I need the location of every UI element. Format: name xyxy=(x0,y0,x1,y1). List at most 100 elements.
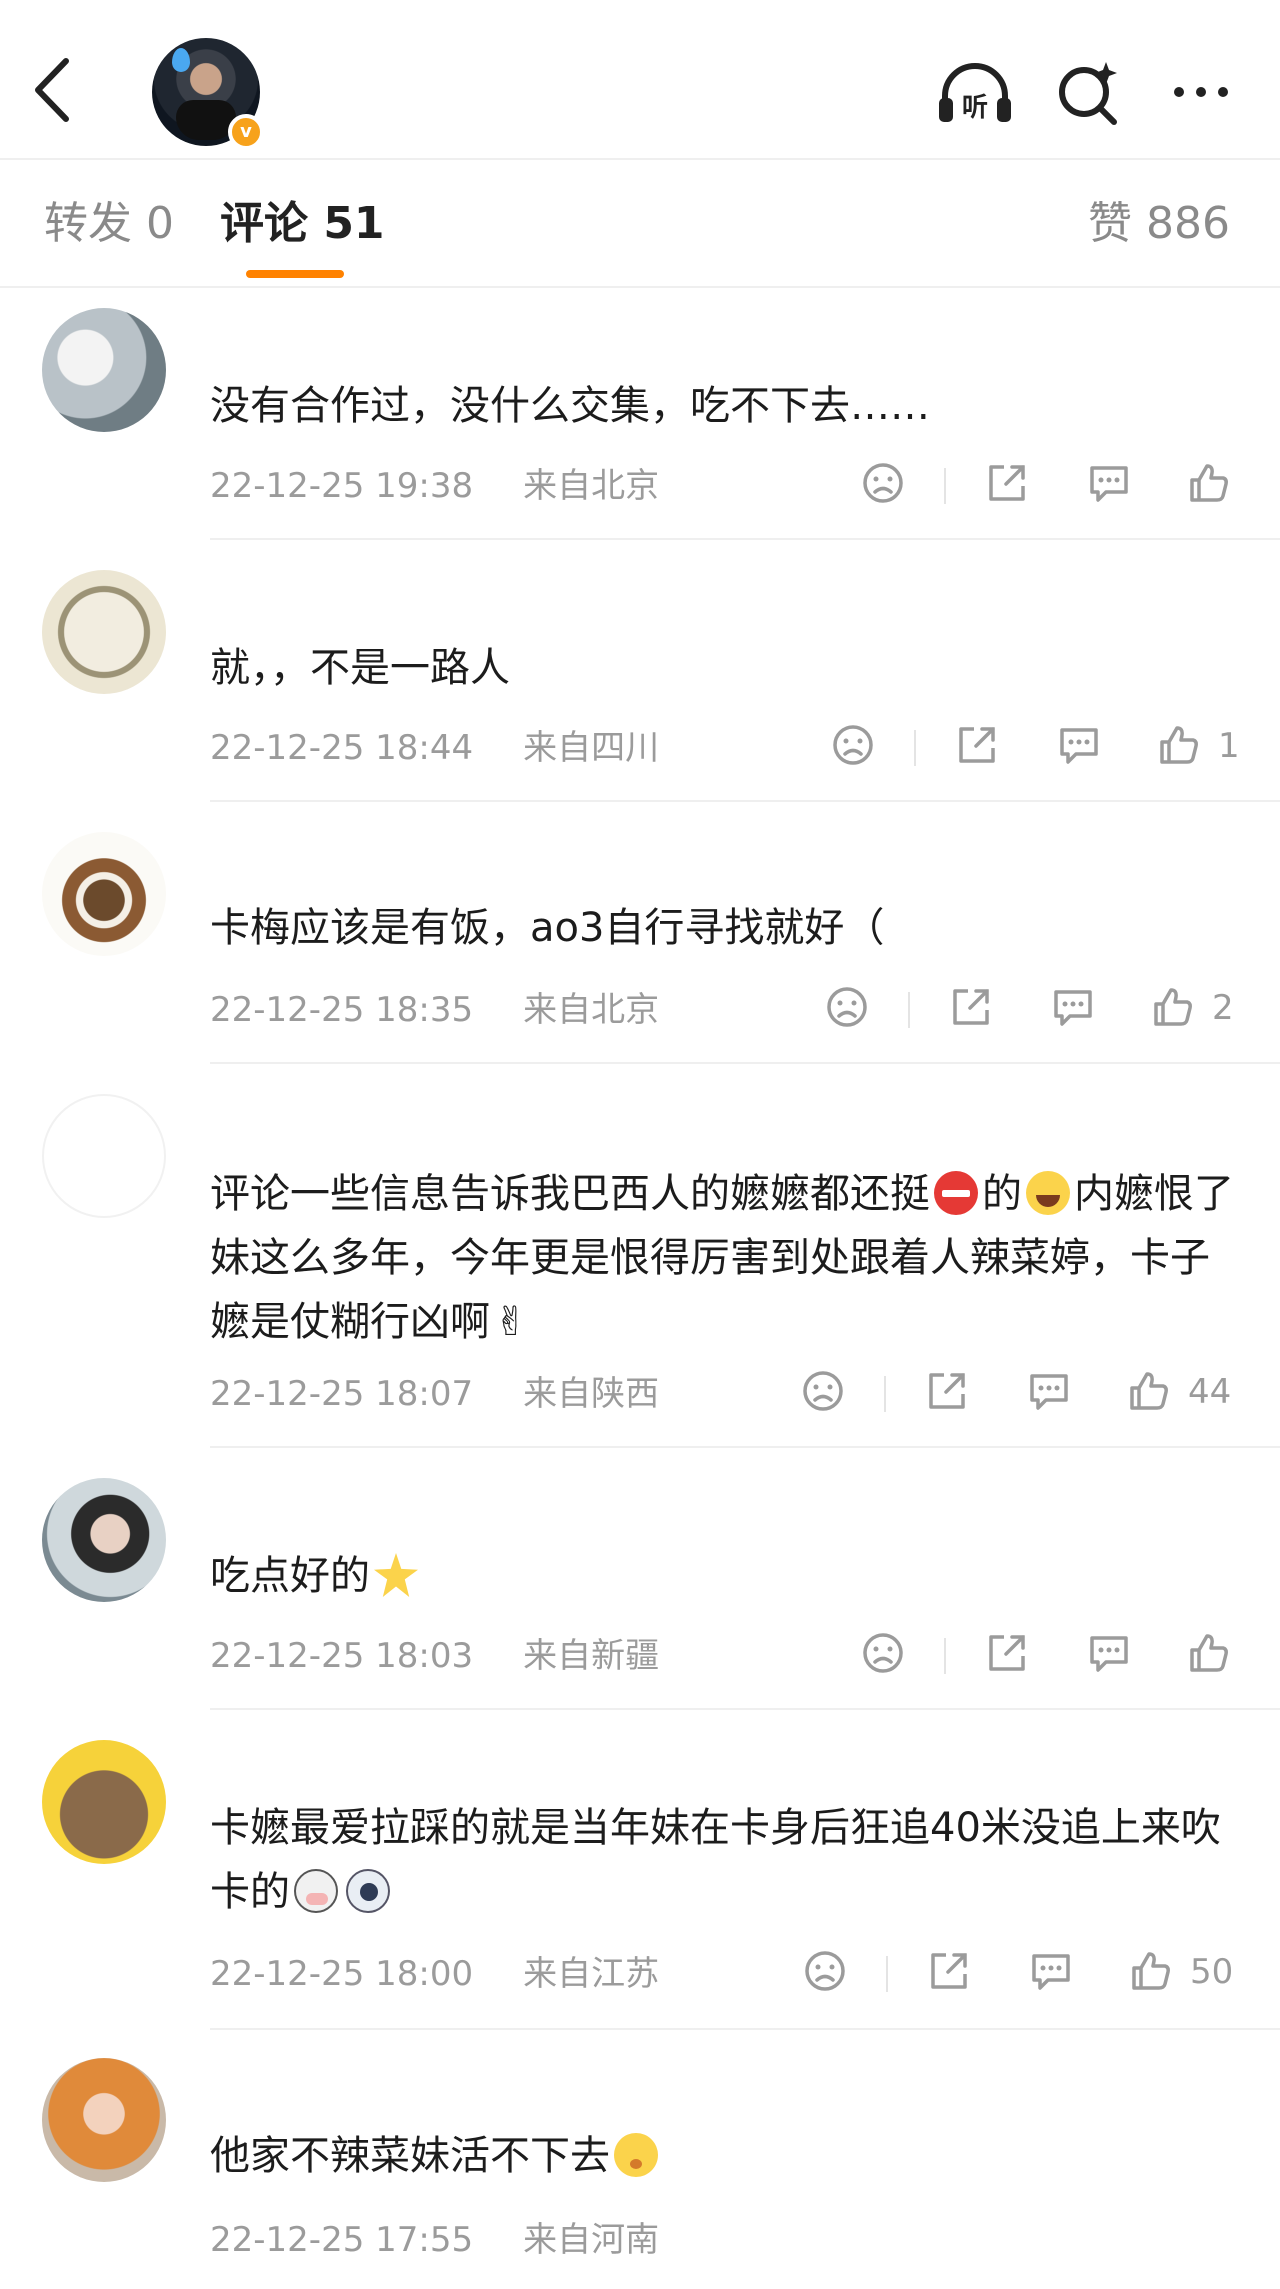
search-sparkle-icon xyxy=(1059,62,1117,125)
dislike-button[interactable] xyxy=(802,1948,848,1998)
commenter-avatar[interactable] xyxy=(42,1094,166,1218)
comment-date: 22-12-25 19:38 xyxy=(210,466,474,506)
comment-location: 来自陕西 xyxy=(523,1374,660,1414)
commenter-avatar[interactable] xyxy=(42,2058,166,2182)
commenter-avatar[interactable] xyxy=(42,1740,166,1864)
commenter-avatar[interactable] xyxy=(42,832,166,956)
action-divider xyxy=(886,1956,888,1992)
share-icon xyxy=(989,1635,1025,1671)
reply-button[interactable] xyxy=(1086,460,1132,510)
comment-text: 卡梅应该是有饭，ao3自行寻找就好（ xyxy=(210,905,885,951)
reply-button[interactable] xyxy=(1050,984,1096,1034)
comment-date: 22-12-25 18:35 xyxy=(210,990,474,1030)
comment-text: 评论一些信息告诉我巴西人的嬷嬷都还挺的内嬷恨了妹这么多年，今年更是恨得厉害到处跟… xyxy=(210,1162,1240,1354)
comment-text: 卡嬷最爱拉踩的就是当年妹在卡身后狂追40米没追上来吹卡的 xyxy=(210,1796,1240,1924)
top-bar: v 听 xyxy=(0,0,1280,160)
comment-meta: 22-12-25 18:00 来自江苏 xyxy=(210,1954,659,1994)
comment-meta: 22-12-25 18:07 来自陕西 xyxy=(210,1374,659,1414)
frown-icon xyxy=(863,1633,903,1673)
comment-divider xyxy=(210,2028,1280,2030)
comment-text-part: 吃点好的 xyxy=(210,1553,370,1599)
comment-date: 22-12-25 18:07 xyxy=(210,1374,474,1414)
commenter-avatar[interactable] xyxy=(42,308,166,432)
like-button[interactable]: 1 xyxy=(1156,722,1256,772)
chevron-left-icon xyxy=(35,58,69,122)
reply-button[interactable] xyxy=(1026,1368,1072,1418)
reply-button[interactable] xyxy=(1086,1630,1132,1680)
share-button[interactable] xyxy=(954,722,1000,772)
frown-icon xyxy=(827,987,867,1027)
comment-divider xyxy=(210,1062,1280,1064)
comment-text: 没有合作过，没什么交集，吃不下去…… xyxy=(210,383,930,429)
comment-text-part: 他家不辣菜妹活不下去 xyxy=(210,2133,610,2179)
share-button[interactable] xyxy=(984,1630,1030,1680)
dislike-button[interactable] xyxy=(830,722,876,772)
comment-meta: 22-12-25 18:44 来自四川 xyxy=(210,728,659,768)
dislike-button[interactable] xyxy=(860,1630,906,1680)
like-button[interactable]: 2 xyxy=(1150,984,1250,1034)
listen-button[interactable]: 听 xyxy=(935,58,1015,128)
tab-comments[interactable]: 评论 51 xyxy=(220,198,385,250)
comment-item: 卡嬷最爱拉踩的就是当年妹在卡身后狂追40米没追上来吹卡的 22-12-25 18… xyxy=(0,1732,1280,2032)
comment-actions: 44 xyxy=(800,1368,1260,1418)
listen-label: 听 xyxy=(962,93,988,123)
share-button[interactable] xyxy=(926,1948,972,1998)
dislike-button[interactable] xyxy=(824,984,870,1034)
reply-button[interactable] xyxy=(1056,722,1102,772)
comment-location: 来自河南 xyxy=(523,2220,660,2260)
comment-actions xyxy=(860,1630,1260,1680)
commenter-avatar[interactable] xyxy=(42,570,166,694)
more-dots-icon xyxy=(1174,87,1228,97)
back-button[interactable] xyxy=(28,55,78,125)
no-entry-emoji-icon xyxy=(934,1171,978,1215)
comment-item: 评论一些信息告诉我巴西人的嬷嬷都还挺的内嬷恨了妹这么多年，今年更是恨得厉害到处跟… xyxy=(0,1086,1280,1448)
tab-repost[interactable]: 转发 0 xyxy=(44,198,174,250)
share-button[interactable] xyxy=(924,1368,970,1418)
comment-item: 没有合作过，没什么交集，吃不下去…… 22-12-25 19:38 来自北京 xyxy=(0,300,1280,540)
comment-date: 22-12-25 17:55 xyxy=(210,2220,474,2260)
shushing-face-emoji-icon xyxy=(614,2133,658,2177)
tab-likes[interactable]: 赞 886 xyxy=(1088,198,1230,250)
comment-text: 他家不辣菜妹活不下去 xyxy=(210,2124,1240,2188)
share-icon xyxy=(953,989,989,1025)
tab-bar: 转发 0 评论 51 赞 886 xyxy=(0,158,1280,288)
comment-bubble-icon xyxy=(1032,1954,1070,1990)
victory-hand-emoji-icon: ✌ xyxy=(494,1299,528,1345)
like-button[interactable]: 50 xyxy=(1128,1948,1248,1998)
comment-bubble-icon xyxy=(1090,466,1128,502)
like-count: 2 xyxy=(1212,988,1234,1028)
thumbs-up-icon xyxy=(1190,464,1228,502)
like-button[interactable] xyxy=(1186,460,1232,510)
comment-meta: 22-12-25 19:38 来自北京 xyxy=(210,466,659,506)
active-tab-indicator xyxy=(246,270,344,278)
comment-location: 来自北京 xyxy=(523,466,660,506)
like-count: 1 xyxy=(1218,726,1240,766)
comment-meta: 22-12-25 18:03 来自新疆 xyxy=(210,1636,659,1676)
comment-actions: 2 xyxy=(824,984,1260,1034)
author-avatar[interactable]: v xyxy=(152,38,264,150)
laughing-tears-emoji-icon xyxy=(1026,1171,1070,1215)
like-button[interactable]: 44 xyxy=(1126,1368,1246,1418)
dislike-button[interactable] xyxy=(800,1368,846,1418)
more-button[interactable] xyxy=(1165,58,1245,128)
comment-location: 来自江苏 xyxy=(523,1954,660,1994)
like-button[interactable] xyxy=(1186,1630,1232,1680)
search-button[interactable] xyxy=(1050,58,1130,128)
share-button[interactable] xyxy=(948,984,994,1034)
dislike-button[interactable] xyxy=(860,460,906,510)
comment-divider xyxy=(210,1446,1280,1448)
comment-date: 22-12-25 18:03 xyxy=(210,1636,474,1676)
like-count: 44 xyxy=(1188,1372,1232,1412)
dog-face-emoji-icon xyxy=(346,1869,390,1913)
action-divider xyxy=(944,468,946,504)
headphones-icon: 听 xyxy=(939,63,1011,123)
action-divider xyxy=(908,992,910,1028)
action-divider xyxy=(914,730,916,766)
share-button[interactable] xyxy=(984,460,1030,510)
frown-icon xyxy=(803,1371,843,1411)
reply-button[interactable] xyxy=(1028,1948,1074,1998)
commenter-avatar[interactable] xyxy=(42,1478,166,1602)
comment-item: 卡梅应该是有饭，ao3自行寻找就好（ 22-12-25 18:35 来自北京 2 xyxy=(0,824,1280,1064)
comment-location: 来自四川 xyxy=(523,728,660,768)
action-divider xyxy=(944,1638,946,1674)
